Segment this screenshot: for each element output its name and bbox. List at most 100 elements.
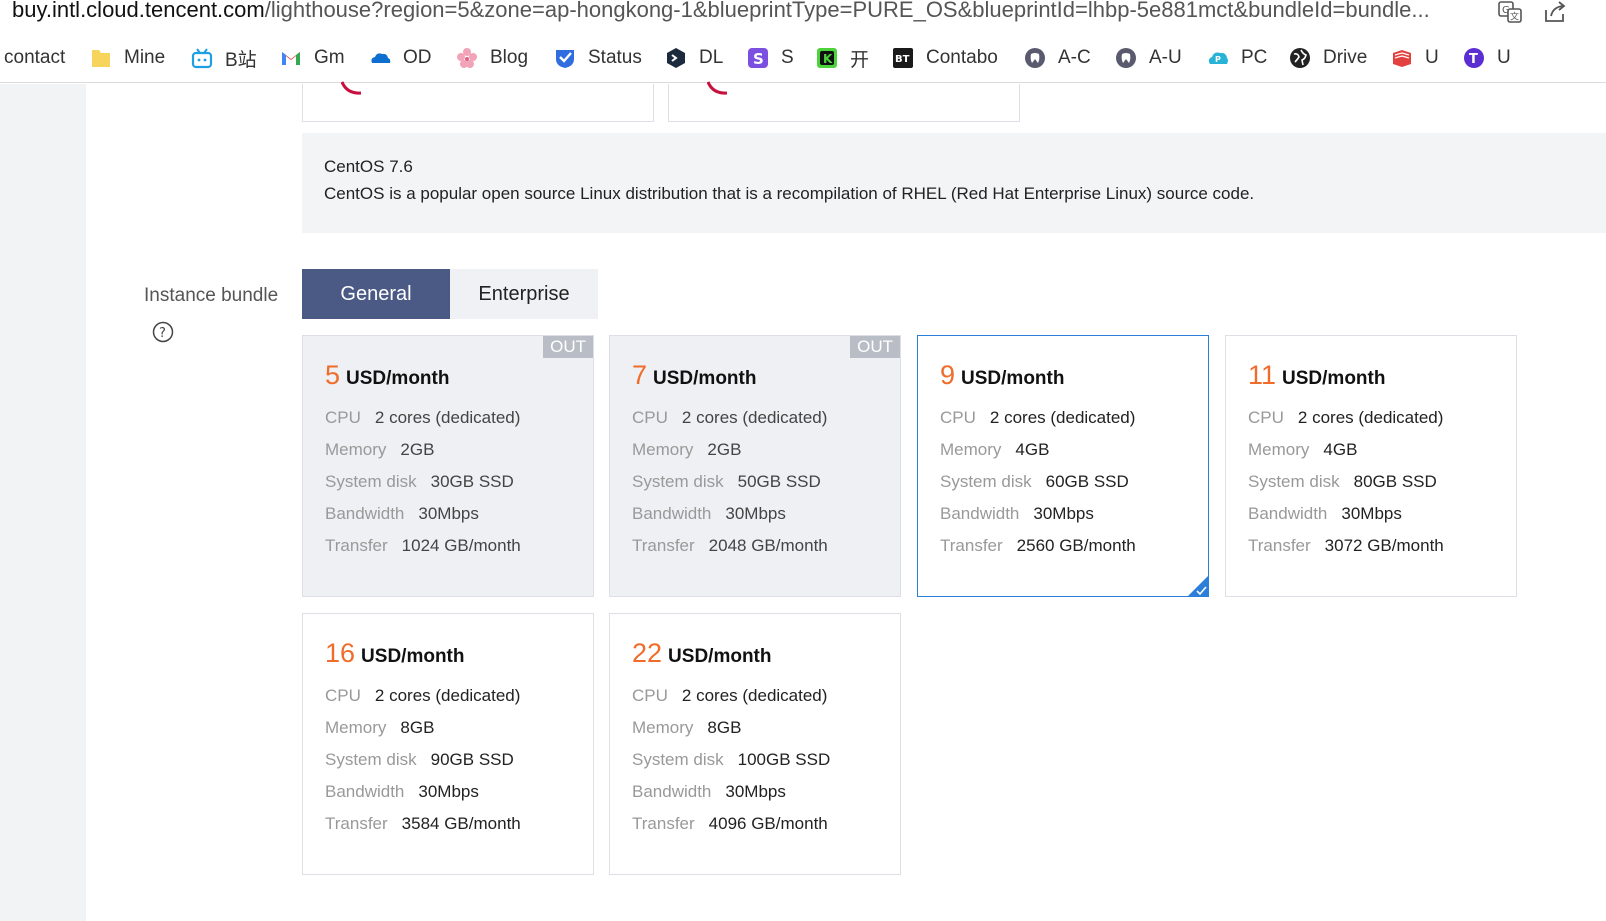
bundle-card[interactable]: 5 USD/month CPU 2 cores (dedicated) Memory 2G… [302,335,594,597]
tooth-icon [1025,48,1045,68]
spec-row-transfer: Transfer 3072 GB/month [1248,536,1444,556]
bookmark-label: U [1425,47,1439,68]
spec-label: CPU [632,686,668,705]
spec-value: 8GB [707,718,742,737]
spec-label: Memory [940,440,1002,459]
bundle-price: 22 USD/month [632,638,771,669]
spec-row-cpu: CPU 2 cores (dedicated) [632,408,827,428]
url-text[interactable]: buy.intl.cloud.tencent.com/lighthouse?re… [12,0,1492,23]
terminal-icon [667,48,685,68]
spec-row-disk: System disk 80GB SSD [1248,472,1437,492]
spec-label: Memory [632,440,694,459]
folder-icon [92,50,110,67]
tooth-icon [1116,48,1136,68]
price-value: 5 [325,360,341,390]
url-path: /lighthouse?region=5&zone=ap-hongkong-1&… [264,0,1430,22]
spec-value: 2560 GB/month [1016,536,1136,555]
spec-value: 30Mbps [418,782,479,801]
selected-check-icon [1187,575,1209,597]
spec-label: Bandwidth [632,504,712,523]
bookmark-dl[interactable]: DL [665,44,723,72]
os-image-card[interactable] [302,81,654,122]
k-app-icon: K [817,48,837,68]
spec-row-disk: System disk 50GB SSD [632,472,821,492]
bookmark-mine[interactable]: Mine [90,44,165,72]
spec-label: System disk [325,472,417,491]
bookmark-a-u[interactable]: A-U [1115,44,1182,72]
spec-row-memory: Memory 8GB [632,718,741,738]
spec-value: 2 cores (dedicated) [681,408,828,427]
sold-out-badge: OUT [543,336,593,358]
bookmark-a-c[interactable]: A-C [1024,44,1091,72]
bookmark-label: S [781,47,794,68]
address-bar[interactable]: buy.intl.cloud.tencent.com/lighthouse?re… [0,0,1606,26]
spec-label: Transfer [940,536,1003,555]
bookmark-label: Blog [490,47,529,68]
os-image-card[interactable] [668,81,1020,122]
svg-text:K: K [823,52,833,66]
gmail-icon [282,52,300,65]
bookmark-pc[interactable]: P PC [1207,44,1267,72]
spec-label: System disk [1248,472,1340,491]
translate-icon[interactable]: G 文 [1498,1,1522,23]
bookmark-status[interactable]: Status [554,44,642,72]
spec-row-memory: Memory 4GB [940,440,1049,460]
bookmark-kai[interactable]: K 开 [816,44,869,72]
spec-row-bandwidth: Bandwidth 30Mbps [632,504,786,524]
spec-row-transfer: Transfer 2560 GB/month [940,536,1136,556]
os-logo-icon [707,81,728,95]
spec-label: Transfer [632,536,695,555]
s-app-icon: S [748,48,768,68]
spec-row-memory: Memory 8GB [325,718,434,738]
spec-label: Memory [632,718,694,737]
spec-label: CPU [325,408,361,427]
tab-enterprise[interactable]: Enterprise [450,269,598,319]
spec-value: 30Mbps [418,504,479,523]
left-gutter [0,84,86,921]
bookmark-blog[interactable]: Blog [456,44,528,72]
bundle-price: 7 USD/month [632,360,756,391]
bookmark-u-t[interactable]: T U [1463,44,1511,72]
bookmark-contact[interactable]: contact [4,44,65,72]
bookmark-gmail[interactable]: Gm [280,44,345,72]
bookmark-contabo[interactable]: BT Contabo [892,44,998,72]
spec-label: System disk [940,472,1032,491]
spec-value: 30GB SSD [430,472,514,491]
bundle-card[interactable]: 16 USD/month CPU 2 cores (dedicated) Memory 8… [302,613,594,875]
help-icon[interactable]: ? [152,321,174,343]
tab-general[interactable]: General [302,269,450,319]
spec-value: 30Mbps [725,504,786,523]
price-value: 11 [1248,360,1277,390]
spec-row-transfer: Transfer 2048 GB/month [632,536,828,556]
bookmark-label: Contabo [926,47,998,68]
price-unit: USD/month [668,646,772,667]
price-value: 16 [325,638,356,668]
price-unit: USD/month [653,368,757,389]
spec-label: Bandwidth [632,782,712,801]
bookmark-onedrive[interactable]: OD [369,44,432,72]
bookmark-label: OD [403,47,432,68]
spec-value: 2GB [707,440,742,459]
bookmark-u-book[interactable]: U [1391,44,1439,72]
bundle-card[interactable]: 9 USD/month CPU 2 cores (dedicated) Memory 4G… [917,335,1209,597]
spec-label: CPU [1248,408,1284,427]
bundle-card[interactable]: 11 USD/month CPU 2 cores (dedicated) Memory 4… [1225,335,1517,597]
price-value: 9 [940,360,956,390]
bookmark-drive[interactable]: Drive [1289,44,1367,72]
spec-row-cpu: CPU 2 cores (dedicated) [632,686,827,706]
bundle-card[interactable]: 7 USD/month CPU 2 cores (dedicated) Memory 2G… [609,335,901,597]
bookmark-s[interactable]: S S [747,44,794,72]
spec-value: 30Mbps [1033,504,1094,523]
spec-value: 3584 GB/month [401,814,521,833]
bookmark-label: A-U [1149,47,1182,68]
bundle-price: 9 USD/month [940,360,1064,391]
bundle-card[interactable]: 22 USD/month CPU 2 cores (dedicated) Memory 8… [609,613,901,875]
svg-text:?: ? [159,326,166,341]
spec-value: 2 cores (dedicated) [374,408,521,427]
share-icon[interactable] [1543,1,1567,23]
spec-row-memory: Memory 2GB [325,440,434,460]
bookmark-bilibili[interactable]: B站 [191,44,257,72]
bundle-price: 16 USD/month [325,638,464,669]
spec-value: 3072 GB/month [1324,536,1444,555]
bookmark-label: Drive [1323,47,1368,68]
